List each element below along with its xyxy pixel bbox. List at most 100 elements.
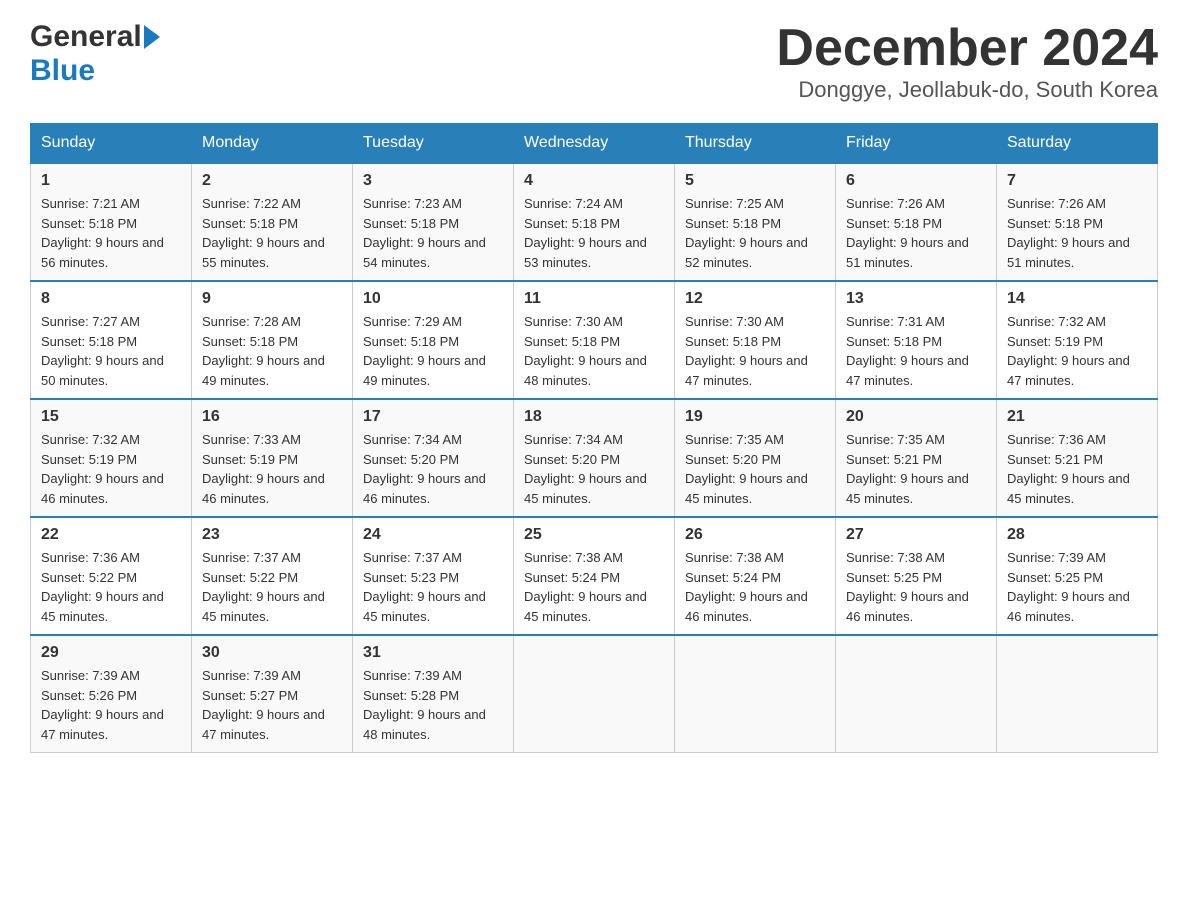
day-info: Sunrise: 7:34 AMSunset: 5:20 PMDaylight:… <box>524 430 664 508</box>
day-number: 21 <box>1007 408 1147 426</box>
table-row <box>514 635 675 753</box>
day-number: 2 <box>202 172 342 190</box>
calendar-table: Sunday Monday Tuesday Wednesday Thursday… <box>30 123 1158 753</box>
day-info: Sunrise: 7:36 AMSunset: 5:21 PMDaylight:… <box>1007 430 1147 508</box>
day-info: Sunrise: 7:37 AMSunset: 5:22 PMDaylight:… <box>202 548 342 626</box>
day-info: Sunrise: 7:21 AMSunset: 5:18 PMDaylight:… <box>41 194 181 272</box>
table-row <box>836 635 997 753</box>
table-row: 29 Sunrise: 7:39 AMSunset: 5:26 PMDayligh… <box>31 635 192 753</box>
day-number: 28 <box>1007 526 1147 544</box>
calendar-week-row: 8Sunrise: 7:27 AMSunset: 5:18 PMDaylight… <box>31 281 1158 399</box>
day-info: Sunrise: 7:38 AMSunset: 5:24 PMDaylight:… <box>524 548 664 626</box>
table-row: 5Sunrise: 7:25 AMSunset: 5:18 PMDaylight… <box>675 163 836 281</box>
day-info: Sunrise: 7:30 AMSunset: 5:18 PMDaylight:… <box>524 312 664 390</box>
day-info: Sunrise: 7:38 AMSunset: 5:24 PMDaylight:… <box>685 548 825 626</box>
day-number: 14 <box>1007 290 1147 308</box>
day-number: 13 <box>846 290 986 308</box>
day-info: Sunrise: 7:32 AMSunset: 5:19 PMDaylight:… <box>1007 312 1147 390</box>
day-number: 10 <box>363 290 503 308</box>
col-wednesday: Wednesday <box>514 124 675 164</box>
table-row: 23 Sunrise: 7:37 AMSunset: 5:22 PMDayligh… <box>192 517 353 635</box>
calendar-week-row: 15 Sunrise: 7:32 AMSunset: 5:19 PMDayligh… <box>31 399 1158 517</box>
day-info: Sunrise: 7:39 AMSunset: 5:25 PMDaylight:… <box>1007 548 1147 626</box>
table-row: 7 Sunrise: 7:26 AMSunset: 5:18 PMDaylight… <box>997 163 1158 281</box>
table-row: 27 Sunrise: 7:38 AMSunset: 5:25 PMDayligh… <box>836 517 997 635</box>
col-thursday: Thursday <box>675 124 836 164</box>
logo-arrow-icon <box>144 25 160 49</box>
table-row: 24Sunrise: 7:37 AMSunset: 5:23 PMDayligh… <box>353 517 514 635</box>
table-row: 30 Sunrise: 7:39 AMSunset: 5:27 PMDayligh… <box>192 635 353 753</box>
day-number: 24 <box>363 526 503 544</box>
table-row <box>997 635 1158 753</box>
day-info: Sunrise: 7:32 AMSunset: 5:19 PMDaylight:… <box>41 430 181 508</box>
day-number: 9 <box>202 290 342 308</box>
table-row: 4Sunrise: 7:24 AMSunset: 5:18 PMDaylight… <box>514 163 675 281</box>
table-row: 16Sunrise: 7:33 AMSunset: 5:19 PMDayligh… <box>192 399 353 517</box>
table-row: 6 Sunrise: 7:26 AMSunset: 5:18 PMDaylight… <box>836 163 997 281</box>
day-info: Sunrise: 7:28 AMSunset: 5:18 PMDaylight:… <box>202 312 342 390</box>
day-info: Sunrise: 7:35 AMSunset: 5:21 PMDaylight:… <box>846 430 986 508</box>
calendar-header-row: Sunday Monday Tuesday Wednesday Thursday… <box>31 124 1158 164</box>
day-info: Sunrise: 7:26 AMSunset: 5:18 PMDaylight:… <box>846 194 986 272</box>
day-info: Sunrise: 7:39 AMSunset: 5:28 PMDaylight:… <box>363 666 503 744</box>
day-number: 29 <box>41 644 181 662</box>
day-info: Sunrise: 7:39 AMSunset: 5:27 PMDaylight:… <box>202 666 342 744</box>
day-number: 30 <box>202 644 342 662</box>
table-row: 13 Sunrise: 7:31 AMSunset: 5:18 PMDayligh… <box>836 281 997 399</box>
table-row: 8Sunrise: 7:27 AMSunset: 5:18 PMDaylight… <box>31 281 192 399</box>
location-text: Donggye, Jeollabuk-do, South Korea <box>776 77 1158 103</box>
day-number: 26 <box>685 526 825 544</box>
month-title: December 2024 <box>776 20 1158 77</box>
day-info: Sunrise: 7:39 AMSunset: 5:26 PMDaylight:… <box>41 666 181 744</box>
table-row: 18 Sunrise: 7:34 AMSunset: 5:20 PMDayligh… <box>514 399 675 517</box>
table-row: 28 Sunrise: 7:39 AMSunset: 5:25 PMDayligh… <box>997 517 1158 635</box>
day-number: 15 <box>41 408 181 426</box>
table-row: 31 Sunrise: 7:39 AMSunset: 5:28 PMDayligh… <box>353 635 514 753</box>
title-section: December 2024 Donggye, Jeollabuk-do, Sou… <box>776 20 1158 103</box>
day-number: 23 <box>202 526 342 544</box>
table-row: 25Sunrise: 7:38 AMSunset: 5:24 PMDayligh… <box>514 517 675 635</box>
col-saturday: Saturday <box>997 124 1158 164</box>
logo-general-text: General <box>30 20 142 54</box>
table-row: 12Sunrise: 7:30 AMSunset: 5:18 PMDayligh… <box>675 281 836 399</box>
calendar-week-row: 29 Sunrise: 7:39 AMSunset: 5:26 PMDayligh… <box>31 635 1158 753</box>
day-info: Sunrise: 7:31 AMSunset: 5:18 PMDaylight:… <box>846 312 986 390</box>
day-info: Sunrise: 7:30 AMSunset: 5:18 PMDaylight:… <box>685 312 825 390</box>
table-row: 2 Sunrise: 7:22 AMSunset: 5:18 PMDaylight… <box>192 163 353 281</box>
table-row: 11 Sunrise: 7:30 AMSunset: 5:18 PMDayligh… <box>514 281 675 399</box>
day-number: 7 <box>1007 172 1147 190</box>
day-number: 17 <box>363 408 503 426</box>
table-row: 9 Sunrise: 7:28 AMSunset: 5:18 PMDaylight… <box>192 281 353 399</box>
col-monday: Monday <box>192 124 353 164</box>
day-number: 19 <box>685 408 825 426</box>
day-number: 5 <box>685 172 825 190</box>
col-friday: Friday <box>836 124 997 164</box>
day-info: Sunrise: 7:23 AMSunset: 5:18 PMDaylight:… <box>363 194 503 272</box>
day-info: Sunrise: 7:26 AMSunset: 5:18 PMDaylight:… <box>1007 194 1147 272</box>
day-number: 18 <box>524 408 664 426</box>
day-number: 16 <box>202 408 342 426</box>
col-tuesday: Tuesday <box>353 124 514 164</box>
day-number: 6 <box>846 172 986 190</box>
day-info: Sunrise: 7:36 AMSunset: 5:22 PMDaylight:… <box>41 548 181 626</box>
day-info: Sunrise: 7:34 AMSunset: 5:20 PMDaylight:… <box>363 430 503 508</box>
table-row: 22Sunrise: 7:36 AMSunset: 5:22 PMDayligh… <box>31 517 192 635</box>
table-row: 21 Sunrise: 7:36 AMSunset: 5:21 PMDayligh… <box>997 399 1158 517</box>
day-number: 31 <box>363 644 503 662</box>
table-row: 17 Sunrise: 7:34 AMSunset: 5:20 PMDayligh… <box>353 399 514 517</box>
day-number: 11 <box>524 290 664 308</box>
day-info: Sunrise: 7:22 AMSunset: 5:18 PMDaylight:… <box>202 194 342 272</box>
table-row: 26 Sunrise: 7:38 AMSunset: 5:24 PMDayligh… <box>675 517 836 635</box>
logo: General Blue <box>30 20 160 88</box>
day-number: 8 <box>41 290 181 308</box>
table-row <box>675 635 836 753</box>
day-number: 4 <box>524 172 664 190</box>
day-info: Sunrise: 7:35 AMSunset: 5:20 PMDaylight:… <box>685 430 825 508</box>
table-row: 20Sunrise: 7:35 AMSunset: 5:21 PMDayligh… <box>836 399 997 517</box>
table-row: 1Sunrise: 7:21 AMSunset: 5:18 PMDaylight… <box>31 163 192 281</box>
day-info: Sunrise: 7:38 AMSunset: 5:25 PMDaylight:… <box>846 548 986 626</box>
logo-blue-text: Blue <box>30 54 95 87</box>
day-number: 27 <box>846 526 986 544</box>
table-row: 15 Sunrise: 7:32 AMSunset: 5:19 PMDayligh… <box>31 399 192 517</box>
day-number: 3 <box>363 172 503 190</box>
